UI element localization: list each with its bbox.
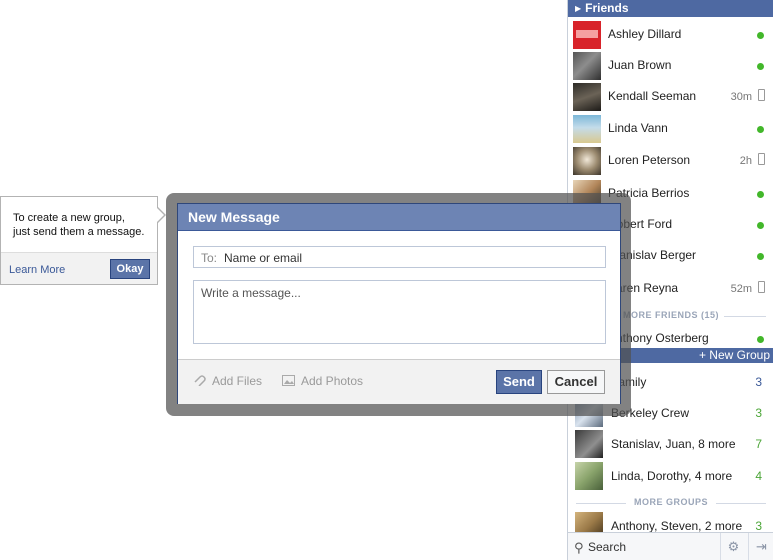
recipient-input[interactable]: Name or email xyxy=(224,251,302,265)
online-indicator-icon xyxy=(757,253,764,260)
group-name: Anthony, Steven, 2 more xyxy=(611,519,743,533)
online-indicator-icon xyxy=(757,336,764,343)
gear-icon[interactable]: ⚙ xyxy=(720,533,746,560)
group-count: 3 xyxy=(755,375,762,389)
friend-name: Juan Brown xyxy=(608,58,672,72)
avatar xyxy=(575,430,603,458)
last-active-time: 52m xyxy=(730,283,752,295)
friends-header-label: Friends xyxy=(585,1,629,15)
photo-icon xyxy=(282,375,295,386)
group-name: Linda, Dorothy, 4 more xyxy=(611,469,733,483)
search-icon: ⚲ xyxy=(574,540,584,555)
friend-name: Ashley Dillard xyxy=(608,27,682,41)
online-indicator-icon xyxy=(757,222,764,229)
friend-name: Linda Vann xyxy=(608,121,668,135)
avatar xyxy=(573,21,601,49)
friends-header[interactable]: ▶ Friends xyxy=(568,0,773,17)
cancel-button[interactable]: Cancel xyxy=(547,370,605,394)
learn-more-link[interactable]: Learn More xyxy=(9,264,65,276)
mobile-phone-icon xyxy=(758,281,765,293)
okay-button[interactable]: Okay xyxy=(110,259,150,279)
divider-line xyxy=(576,503,626,504)
avatar xyxy=(573,147,601,175)
friend-row[interactable]: Loren Peterson 2h xyxy=(568,145,773,176)
add-files-label: Add Files xyxy=(212,374,263,388)
more-friends-label: MORE FRIENDS (15) xyxy=(622,310,719,320)
search-input[interactable]: Search xyxy=(588,540,626,554)
last-active-time: 30m xyxy=(730,91,752,103)
divider-line xyxy=(724,316,766,317)
avatar xyxy=(573,52,601,80)
mobile-phone-icon xyxy=(758,89,765,101)
friend-row[interactable]: Juan Brown xyxy=(568,50,773,81)
friend-row[interactable]: Ashley Dillard xyxy=(568,19,773,50)
send-button[interactable]: Send xyxy=(496,370,542,394)
new-message-dialog: New Message To: Name or email Write a me… xyxy=(177,203,621,404)
group-count: 3 xyxy=(755,519,762,533)
online-indicator-icon xyxy=(757,32,764,39)
collapse-triangle-icon: ▶ xyxy=(575,4,582,13)
friend-name: Loren Peterson xyxy=(608,153,691,167)
group-name: Stanislav, Juan, 8 more xyxy=(611,437,736,451)
message-input[interactable]: Write a message... xyxy=(201,286,301,300)
add-photos-button[interactable]: Add Photos xyxy=(282,374,363,388)
avatar xyxy=(575,462,603,490)
avatar xyxy=(573,83,601,111)
tooltip-line: To create a new group, xyxy=(13,212,125,224)
tooltip-arrow-fill xyxy=(157,208,164,222)
last-active-time: 2h xyxy=(739,155,752,167)
dialog-title: New Message xyxy=(178,204,620,231)
group-count: 4 xyxy=(755,469,762,483)
more-groups-label: MORE GROUPS xyxy=(633,497,708,507)
more-groups-divider[interactable]: MORE GROUPS xyxy=(568,497,773,509)
tooltip-line: just send them a message. xyxy=(13,226,145,238)
tooltip-footer: Learn More Okay xyxy=(1,252,157,284)
online-indicator-icon xyxy=(757,126,764,133)
friend-name: Kendall Seeman xyxy=(608,89,697,103)
chat-search-bar[interactable]: ⚲ Search ⚙ ⇥ xyxy=(568,532,773,560)
group-count: 7 xyxy=(755,437,762,451)
avatar xyxy=(573,115,601,143)
group-count: 3 xyxy=(755,406,762,420)
dialog-footer: Add Files Add Photos Send Cancel xyxy=(178,359,620,404)
group-row[interactable]: Stanislav, Juan, 8 more 7 xyxy=(568,428,773,459)
group-row[interactable]: Linda, Dorothy, 4 more 4 xyxy=(568,460,773,491)
message-field[interactable]: Write a message... xyxy=(193,280,606,344)
friend-row[interactable]: Linda Vann xyxy=(568,113,773,144)
popout-icon[interactable]: ⇥ xyxy=(748,533,773,560)
friend-row[interactable]: Kendall Seeman 30m xyxy=(568,81,773,112)
mobile-phone-icon xyxy=(758,153,765,165)
online-indicator-icon xyxy=(757,63,764,70)
add-files-button[interactable]: Add Files xyxy=(193,374,262,388)
paperclip-icon xyxy=(194,375,206,386)
add-photos-label: Add Photos xyxy=(301,374,364,388)
divider-line xyxy=(716,503,766,504)
online-indicator-icon xyxy=(757,191,764,198)
recipient-field[interactable]: To: Name or email xyxy=(193,246,606,268)
tooltip-text: To create a new group, just send them a … xyxy=(13,211,153,239)
to-label: To: xyxy=(201,251,218,265)
new-group-tooltip: To create a new group, just send them a … xyxy=(0,196,166,285)
